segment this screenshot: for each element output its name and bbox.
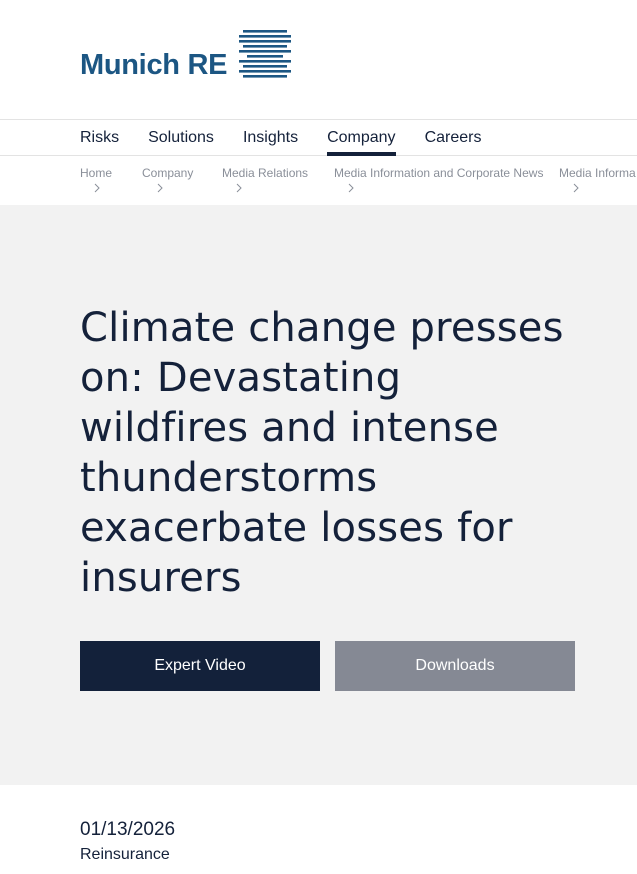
breadcrumb-item-media-information[interactable]: Media Informa xyxy=(559,166,636,180)
page-title: Climate change presses on: Devastating w… xyxy=(80,305,564,601)
main-navigation: Risks Solutions Insights Company Careers xyxy=(0,119,637,156)
downloads-button[interactable]: Downloads xyxy=(335,641,575,691)
chevron-right-icon xyxy=(348,183,354,193)
site-header: Munich RE xyxy=(0,0,637,119)
nav-item-careers[interactable]: Careers xyxy=(425,120,482,156)
munich-re-logo[interactable]: Munich RE xyxy=(80,28,292,82)
munich-re-logo-mark-icon xyxy=(239,30,292,78)
nav-item-risks[interactable]: Risks xyxy=(80,120,119,156)
chevron-right-icon xyxy=(157,183,163,193)
chevron-right-icon xyxy=(573,183,579,193)
breadcrumb-item-media-relations[interactable]: Media Relations xyxy=(222,166,308,180)
nav-item-company[interactable]: Company xyxy=(327,120,397,156)
publish-date: 01/13/2026 xyxy=(80,819,176,840)
hero-section: Climate change presses on: Devastating w… xyxy=(0,205,637,785)
logo-wordmark: Munich RE xyxy=(80,49,228,81)
breadcrumb: Home Company Media Relations Media Infor… xyxy=(0,156,637,205)
nav-item-insights[interactable]: Insights xyxy=(243,120,298,156)
article-category: Reinsurance xyxy=(80,846,170,863)
chevron-right-icon xyxy=(236,183,242,193)
expert-video-button[interactable]: Expert Video xyxy=(80,641,320,691)
chevron-right-icon xyxy=(94,183,100,193)
nav-item-solutions[interactable]: Solutions xyxy=(148,120,214,156)
breadcrumb-item-company[interactable]: Company xyxy=(142,166,193,180)
breadcrumb-item-home[interactable]: Home xyxy=(80,166,112,180)
main-nav-list: Risks Solutions Insights Company Careers xyxy=(80,120,510,156)
article-meta: 01/13/2026 Reinsurance xyxy=(0,785,637,874)
breadcrumb-item-media-information-corporate-news[interactable]: Media Information and Corporate News xyxy=(334,166,543,180)
